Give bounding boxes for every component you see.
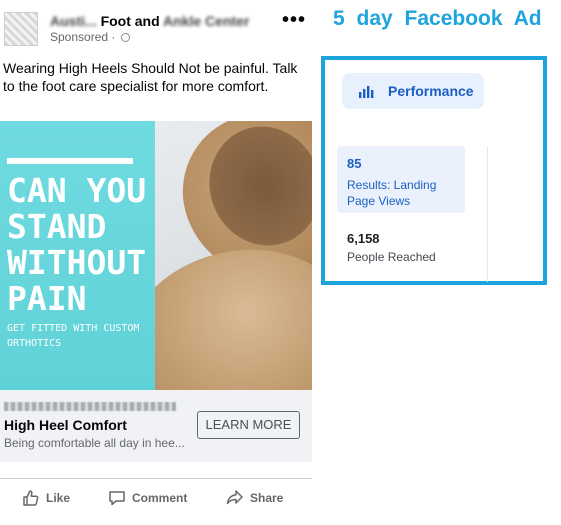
learn-more-button[interactable]: LEARN MORE bbox=[197, 411, 300, 439]
link-title[interactable]: High Heel Comfort bbox=[4, 417, 127, 433]
link-description: Being comfortable all day in hee... bbox=[4, 436, 185, 450]
performance-panel: Performance 85 Results: Landing Page Vie… bbox=[321, 56, 547, 285]
reach-value: 6,158 bbox=[347, 231, 380, 246]
comment-icon bbox=[109, 491, 125, 506]
like-label: Like bbox=[46, 491, 71, 505]
performance-tab-label: Performance bbox=[388, 83, 474, 99]
post-action-bar: Like Comment Share bbox=[0, 478, 312, 519]
results-value: 85 bbox=[347, 156, 362, 171]
panel-divider bbox=[487, 146, 488, 282]
facebook-ad-post: Austi... Foot and Ankle Center Sponsored… bbox=[0, 0, 312, 525]
page-name-blurred-prefix: Austi... bbox=[50, 13, 97, 29]
thumbs-up-icon bbox=[23, 490, 39, 506]
share-icon bbox=[226, 490, 243, 505]
results-metric-card[interactable]: 85 Results: Landing Page Views bbox=[337, 146, 465, 213]
annotation-title: 5 day Facebook Ad bbox=[333, 7, 542, 30]
decorative-bar bbox=[7, 158, 133, 164]
ad-headline: CAN YOU STAND WITHOUT PAIN bbox=[7, 171, 147, 318]
results-label: Results: Landing Page Views bbox=[347, 178, 437, 208]
page-name[interactable]: Austi... Foot and Ankle Center bbox=[50, 13, 249, 29]
page-name-blurred-suffix: Ankle Center bbox=[163, 13, 250, 29]
link-preview[interactable]: High Heel Comfort Being comfortable all … bbox=[0, 390, 312, 462]
high-heel-photo bbox=[155, 121, 312, 390]
globe-icon bbox=[120, 33, 130, 42]
link-domain-redacted bbox=[4, 402, 176, 411]
share-button[interactable]: Share bbox=[226, 489, 283, 507]
page-name-visible: Foot and bbox=[100, 13, 160, 29]
bar-chart-icon bbox=[359, 86, 374, 98]
post-text: Wearing High Heels Should Not be painful… bbox=[3, 60, 298, 94]
more-options-button[interactable]: ••• bbox=[282, 10, 306, 30]
sponsored-text: Sponsored · bbox=[50, 30, 116, 44]
ad-text-panel: CAN YOU STAND WITHOUT PAIN GET FITTED WI… bbox=[0, 121, 155, 390]
comment-button[interactable]: Comment bbox=[108, 489, 187, 507]
like-button[interactable]: Like bbox=[22, 489, 70, 507]
sponsored-label: Sponsored · bbox=[50, 30, 130, 44]
performance-tab[interactable]: Performance bbox=[342, 73, 484, 109]
reach-label: People Reached bbox=[347, 250, 436, 264]
share-label: Share bbox=[250, 491, 284, 505]
comment-label: Comment bbox=[132, 491, 188, 505]
page-avatar[interactable] bbox=[4, 12, 38, 46]
ad-image[interactable]: CAN YOU STAND WITHOUT PAIN GET FITTED WI… bbox=[0, 121, 312, 390]
ad-subline: GET FITTED WITH CUSTOM ORTHOTICS bbox=[7, 323, 140, 349]
ellipsis-icon: ••• bbox=[282, 9, 307, 31]
